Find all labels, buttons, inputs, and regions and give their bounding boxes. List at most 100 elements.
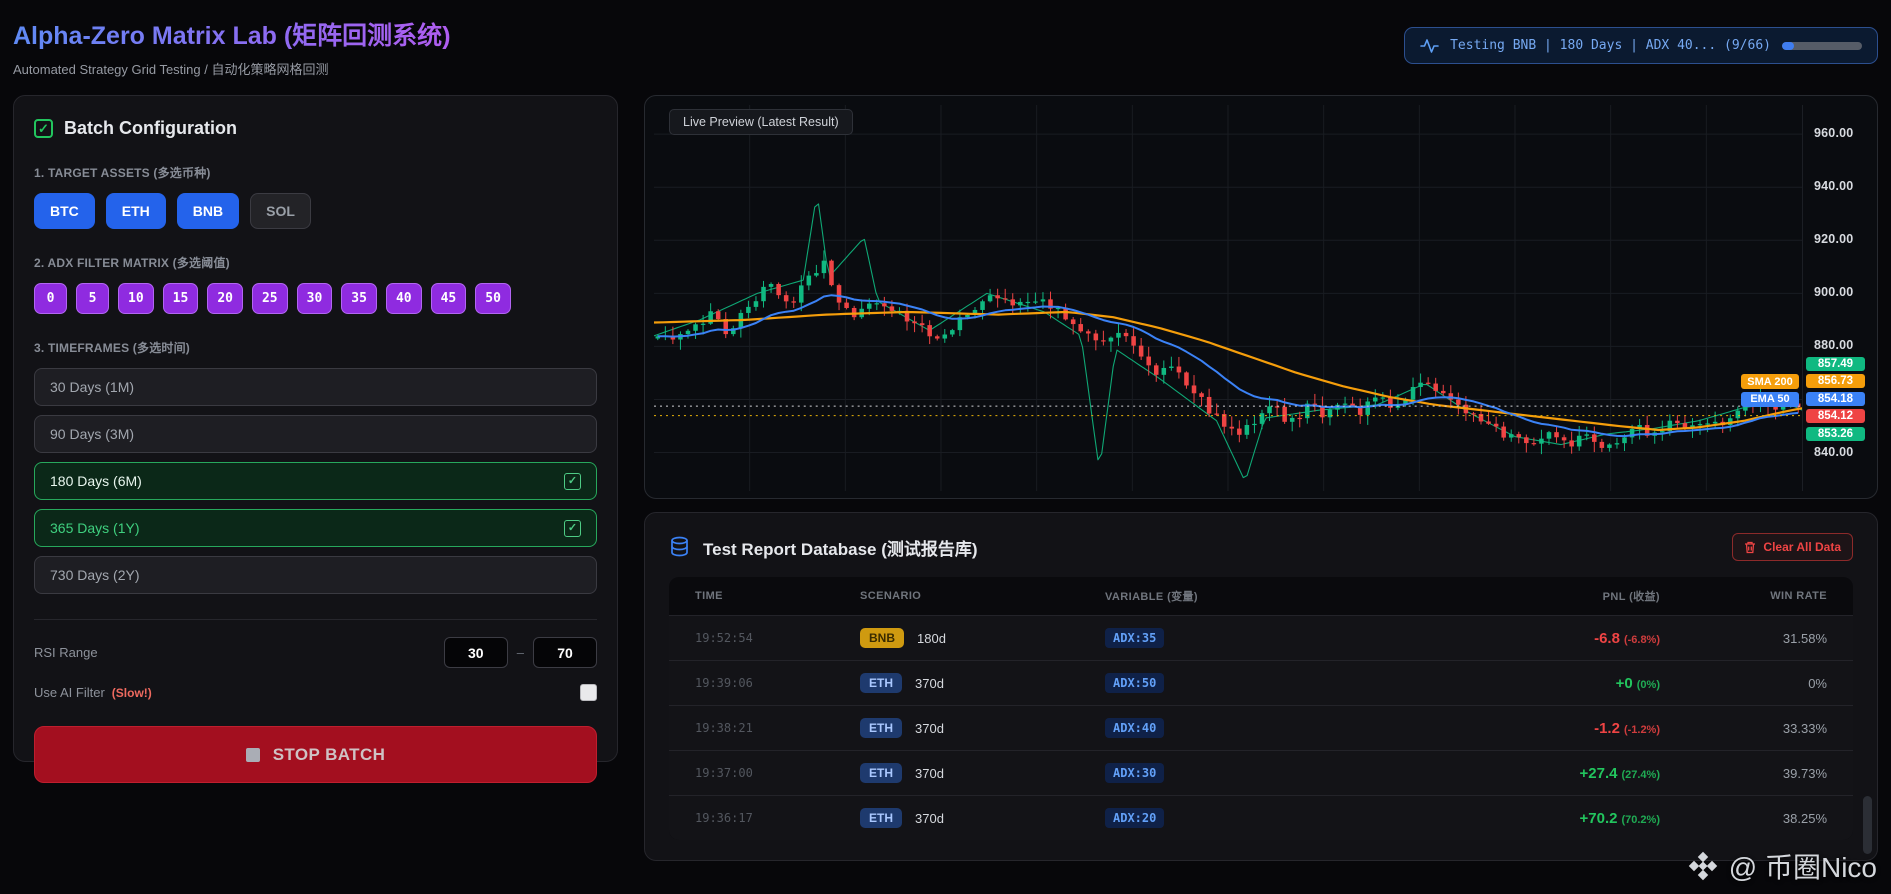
adx-value-button[interactable]: 25 [252, 283, 288, 314]
row-time: 19:39:06 [695, 676, 860, 690]
candlestick-chart: SMA 200 EMA 50 [654, 105, 1802, 491]
row-winrate: 38.25% [1660, 811, 1827, 826]
database-icon [669, 536, 690, 558]
batch-status-badge: Testing BNB | 180 Days | ADX 40... (9/66… [1404, 27, 1878, 64]
table-row[interactable]: 19:36:17 ETH 370d ADX:20 +70.2(70.2%) 38… [669, 795, 1853, 840]
price-tick: 900.00 [1814, 285, 1853, 299]
table-row[interactable]: 19:39:06 ETH 370d ADX:50 +0(0%) 0% [669, 660, 1853, 705]
panel-title-row: ✓ Batch Configuration [34, 118, 597, 139]
series-name-tag: SMA 200 [1741, 374, 1799, 389]
asset-badge: BNB [860, 628, 904, 648]
asset-button-group: BTC ETH BNB SOL [34, 193, 597, 229]
report-table: TIME SCENARIO VARIABLE (变量) PNL (收益) WIN… [669, 577, 1853, 840]
row-time: 19:37:00 [695, 766, 860, 780]
price-tag: 853.26 [1806, 427, 1865, 441]
candlestick-chart-svg [654, 105, 1802, 491]
panel-title: Batch Configuration [64, 118, 237, 139]
adx-value-button[interactable]: 20 [207, 283, 243, 314]
timeframe-option[interactable]: 730 Days (2Y) ✓ [34, 556, 597, 594]
row-pnl: -6.8(-6.8%) [1530, 630, 1660, 647]
variable-chip: ADX:40 [1105, 718, 1164, 738]
row-days: 370d [915, 811, 944, 826]
adx-value-button[interactable]: 45 [431, 283, 467, 314]
adx-value-button[interactable]: 10 [118, 283, 154, 314]
series-name-tag: EMA 50 [1741, 392, 1799, 407]
row-winrate: 31.58% [1660, 631, 1827, 646]
row-winrate: 39.73% [1660, 766, 1827, 781]
row-days: 370d [915, 676, 944, 691]
timeframe-list: 30 Days (1M) ✓ 90 Days (3M) ✓ 180 Days (… [34, 368, 597, 594]
batch-configuration-panel: ✓ Batch Configuration 1. TARGET ASSETS (… [13, 95, 618, 762]
row-pnl: +27.4(27.4%) [1530, 765, 1660, 782]
timeframe-label: 180 Days (6M) [50, 473, 142, 489]
ai-filter-warning: (Slow!) [112, 686, 152, 700]
clear-all-data-label: Clear All Data [1763, 540, 1841, 554]
rsi-min-input[interactable] [444, 637, 508, 668]
row-time: 19:38:21 [695, 721, 860, 735]
adx-value-button[interactable]: 15 [163, 283, 199, 314]
ai-filter-checkbox[interactable] [580, 684, 597, 701]
adx-section-label: 2. ADX FILTER MATRIX (多选阈值) [34, 254, 597, 271]
timeframe-option[interactable]: 180 Days (6M) ✓ [34, 462, 597, 500]
adx-value-button[interactable]: 40 [386, 283, 422, 314]
checkbox-icon: ✓ [34, 119, 53, 138]
price-tag: 856.73 [1806, 374, 1865, 388]
row-time: 19:52:54 [695, 631, 860, 645]
asset-button[interactable]: SOL [250, 193, 311, 229]
table-row[interactable]: 19:37:00 ETH 370d ADX:30 +27.4(27.4%) 39… [669, 750, 1853, 795]
row-days: 370d [915, 721, 944, 736]
price-tick: 940.00 [1814, 179, 1853, 193]
variable-chip: ADX:30 [1105, 763, 1164, 783]
timeframe-option[interactable]: 365 Days (1Y) ✓ [34, 509, 597, 547]
rsi-max-input[interactable] [533, 637, 597, 668]
rsi-range-label: RSI Range [34, 645, 98, 660]
timeframe-label: 365 Days (1Y) [50, 520, 139, 536]
stop-square-icon [246, 748, 260, 762]
batch-progress-fill [1782, 42, 1794, 50]
rsi-separator: – [517, 645, 524, 660]
adx-value-button[interactable]: 35 [341, 283, 377, 314]
table-row[interactable]: 19:38:21 ETH 370d ADX:40 -1.2(-1.2%) 33.… [669, 705, 1853, 750]
rsi-range-row: RSI Range – [34, 637, 597, 668]
price-tag: 854.18 [1806, 392, 1865, 406]
asset-button[interactable]: ETH [106, 193, 166, 229]
asset-badge: ETH [860, 673, 902, 693]
row-pnl: -1.2(-1.2%) [1530, 720, 1660, 737]
asset-badge: ETH [860, 718, 902, 738]
variable-chip: ADX:35 [1105, 628, 1164, 648]
adx-button-group: 05 10 15 20 25 30 35 40 45 50 [34, 283, 597, 314]
trash-icon [1744, 541, 1756, 554]
status-text: Testing BNB | 180 Days | ADX 40... (9/66… [1450, 38, 1771, 53]
adx-value-button[interactable]: 30 [297, 283, 333, 314]
live-preview-chart-panel: Live Preview (Latest Result) SMA 200EMA … [644, 95, 1878, 499]
asset-button[interactable]: BNB [177, 193, 239, 229]
asset-badge: ETH [860, 763, 902, 783]
price-tick: 920.00 [1814, 232, 1853, 246]
adx-value-button[interactable]: 5 [76, 283, 109, 314]
adx-value-button[interactable]: 0 [34, 283, 67, 314]
col-pnl: PNL (收益) [1530, 588, 1660, 604]
report-table-header: TIME SCENARIO VARIABLE (变量) PNL (收益) WIN… [669, 577, 1853, 615]
row-pnl: +0(0%) [1530, 675, 1660, 692]
adx-value-button[interactable]: 50 [475, 283, 511, 314]
row-pnl: +70.2(70.2%) [1530, 810, 1660, 827]
check-icon: ✓ [564, 473, 581, 490]
timeframe-label: 730 Days (2Y) [50, 567, 139, 583]
timeframe-label: 30 Days (1M) [50, 379, 134, 395]
divider [34, 619, 597, 620]
timeframe-option[interactable]: 30 Days (1M) ✓ [34, 368, 597, 406]
clear-all-data-button[interactable]: Clear All Data [1732, 533, 1853, 561]
stop-batch-label: STOP BATCH [273, 745, 386, 765]
timeframe-option[interactable]: 90 Days (3M) ✓ [34, 415, 597, 453]
price-tick: 960.00 [1814, 126, 1853, 140]
stop-batch-button[interactable]: STOP BATCH [34, 726, 597, 783]
timeframe-label: 90 Days (3M) [50, 426, 134, 442]
asset-button[interactable]: BTC [34, 193, 95, 229]
table-row[interactable]: 19:52:54 BNB 180d ADX:35 -6.8(-6.8%) 31.… [669, 615, 1853, 660]
row-winrate: 33.33% [1660, 721, 1827, 736]
col-time: TIME [695, 590, 860, 602]
table-scrollbar[interactable] [1863, 796, 1872, 854]
activity-icon [1420, 38, 1439, 54]
col-scenario: SCENARIO [860, 590, 1105, 602]
ai-filter-label: Use AI Filter [34, 685, 105, 700]
